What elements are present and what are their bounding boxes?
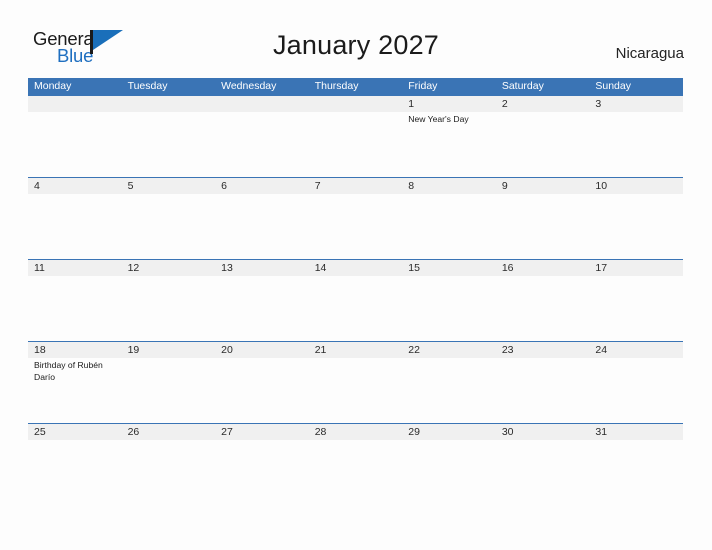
day-number: 27 <box>221 426 233 438</box>
day-number: 26 <box>127 426 140 438</box>
day-cell[interactable]: 14 <box>309 260 403 341</box>
day-cell[interactable]: 31 <box>589 424 683 505</box>
day-event: New Year's Day <box>408 114 469 124</box>
day-cell[interactable]: 16 <box>496 260 590 341</box>
day-cell[interactable]: 25 <box>28 424 122 505</box>
week-row: 4 5 6 7 8 9 10 <box>28 177 683 259</box>
weekday-header-thursday: Thursday <box>314 80 359 92</box>
day-cell[interactable]: 4 <box>28 178 122 259</box>
day-number: 23 <box>501 344 514 356</box>
day-number: 22 <box>408 344 420 356</box>
weekday-header-wednesday: Wednesday <box>221 80 277 92</box>
page-title: January 2027 <box>272 30 440 60</box>
day-cell[interactable] <box>309 96 403 177</box>
day-cell[interactable]: 18 Birthday of Rubén Darío <box>28 342 122 423</box>
week-row: 11 12 13 14 15 16 17 <box>28 259 683 341</box>
day-cell[interactable]: 22 <box>402 342 496 423</box>
day-cell[interactable]: 12 <box>122 260 216 341</box>
weekday-header-monday: Monday <box>34 80 72 92</box>
day-cell[interactable]: 3 <box>589 96 683 177</box>
day-cell[interactable]: 2 <box>496 96 590 177</box>
day-number: 20 <box>221 344 233 356</box>
day-number: 13 <box>221 262 233 274</box>
day-cell[interactable]: 17 <box>589 260 683 341</box>
day-cell[interactable]: 1 New Year's Day <box>402 96 496 177</box>
day-number: 14 <box>314 262 327 274</box>
week-row: 18 Birthday of Rubén Darío 19 20 21 22 2… <box>28 341 683 423</box>
day-cell[interactable]: 30 <box>496 424 590 505</box>
day-number: 12 <box>127 262 140 274</box>
day-number: 18 <box>34 344 46 356</box>
day-cell[interactable]: 11 <box>28 260 122 341</box>
day-number: 17 <box>595 262 608 274</box>
day-number: 4 <box>34 180 40 192</box>
day-cell[interactable]: 9 <box>496 178 590 259</box>
day-number: 16 <box>501 262 514 274</box>
calendar-grid: Monday Tuesday Wednesday Thursday Friday… <box>28 78 683 505</box>
calendar-page: General Blue January 2027 Nicaragua Mond… <box>0 0 712 550</box>
weekday-header-saturday: Saturday <box>501 80 544 92</box>
day-cell[interactable]: 19 <box>122 342 216 423</box>
day-number: 9 <box>501 180 508 192</box>
day-number: 2 <box>501 98 508 110</box>
day-cell[interactable]: 6 <box>215 178 309 259</box>
day-number: 10 <box>595 180 608 192</box>
day-number: 7 <box>314 180 321 192</box>
day-cell[interactable]: 26 <box>122 424 216 505</box>
day-number: 5 <box>127 180 134 192</box>
day-cell[interactable]: 8 <box>402 178 496 259</box>
day-cell[interactable]: 29 <box>402 424 496 505</box>
day-number: 21 <box>314 344 327 356</box>
day-cell[interactable]: 21 <box>309 342 403 423</box>
day-number: 19 <box>127 344 140 356</box>
day-event: Birthday of Rubén Darío <box>34 360 103 382</box>
weekday-header-sunday: Sunday <box>595 80 631 92</box>
day-number: 11 <box>34 262 45 274</box>
day-cell[interactable]: 10 <box>589 178 683 259</box>
week-row: 25 26 27 28 29 30 31 <box>28 423 683 505</box>
day-number: 1 <box>408 98 415 110</box>
day-cell[interactable]: 27 <box>215 424 309 505</box>
day-cell[interactable]: 15 <box>402 260 496 341</box>
page-header: General Blue January 2027 Nicaragua <box>0 0 712 76</box>
day-cell[interactable] <box>28 96 122 177</box>
day-number: 29 <box>408 426 420 438</box>
weekday-header-friday: Friday <box>408 80 438 92</box>
day-number: 30 <box>501 426 514 438</box>
day-number: 3 <box>595 98 602 110</box>
country-label: Nicaragua <box>615 45 684 62</box>
day-cell[interactable]: 20 <box>215 342 309 423</box>
day-cell[interactable]: 28 <box>309 424 403 505</box>
day-number: 15 <box>408 262 420 274</box>
day-cell[interactable]: 23 <box>496 342 590 423</box>
day-cell[interactable] <box>215 96 309 177</box>
day-cell[interactable] <box>122 96 216 177</box>
day-number: 31 <box>595 426 608 438</box>
weekday-header-row: Monday Tuesday Wednesday Thursday Friday… <box>28 78 683 95</box>
weekday-header-tuesday: Tuesday <box>127 80 168 92</box>
day-cell[interactable]: 7 <box>309 178 403 259</box>
day-number: 28 <box>314 426 327 438</box>
day-cell[interactable]: 13 <box>215 260 309 341</box>
day-number: 6 <box>221 180 227 192</box>
day-number: 8 <box>408 180 415 192</box>
week-row: 1 New Year's Day 2 3 <box>28 95 683 177</box>
day-cell[interactable]: 5 <box>122 178 216 259</box>
day-number: 24 <box>595 344 608 356</box>
day-number: 25 <box>34 426 46 438</box>
day-cell[interactable]: 24 <box>589 342 683 423</box>
